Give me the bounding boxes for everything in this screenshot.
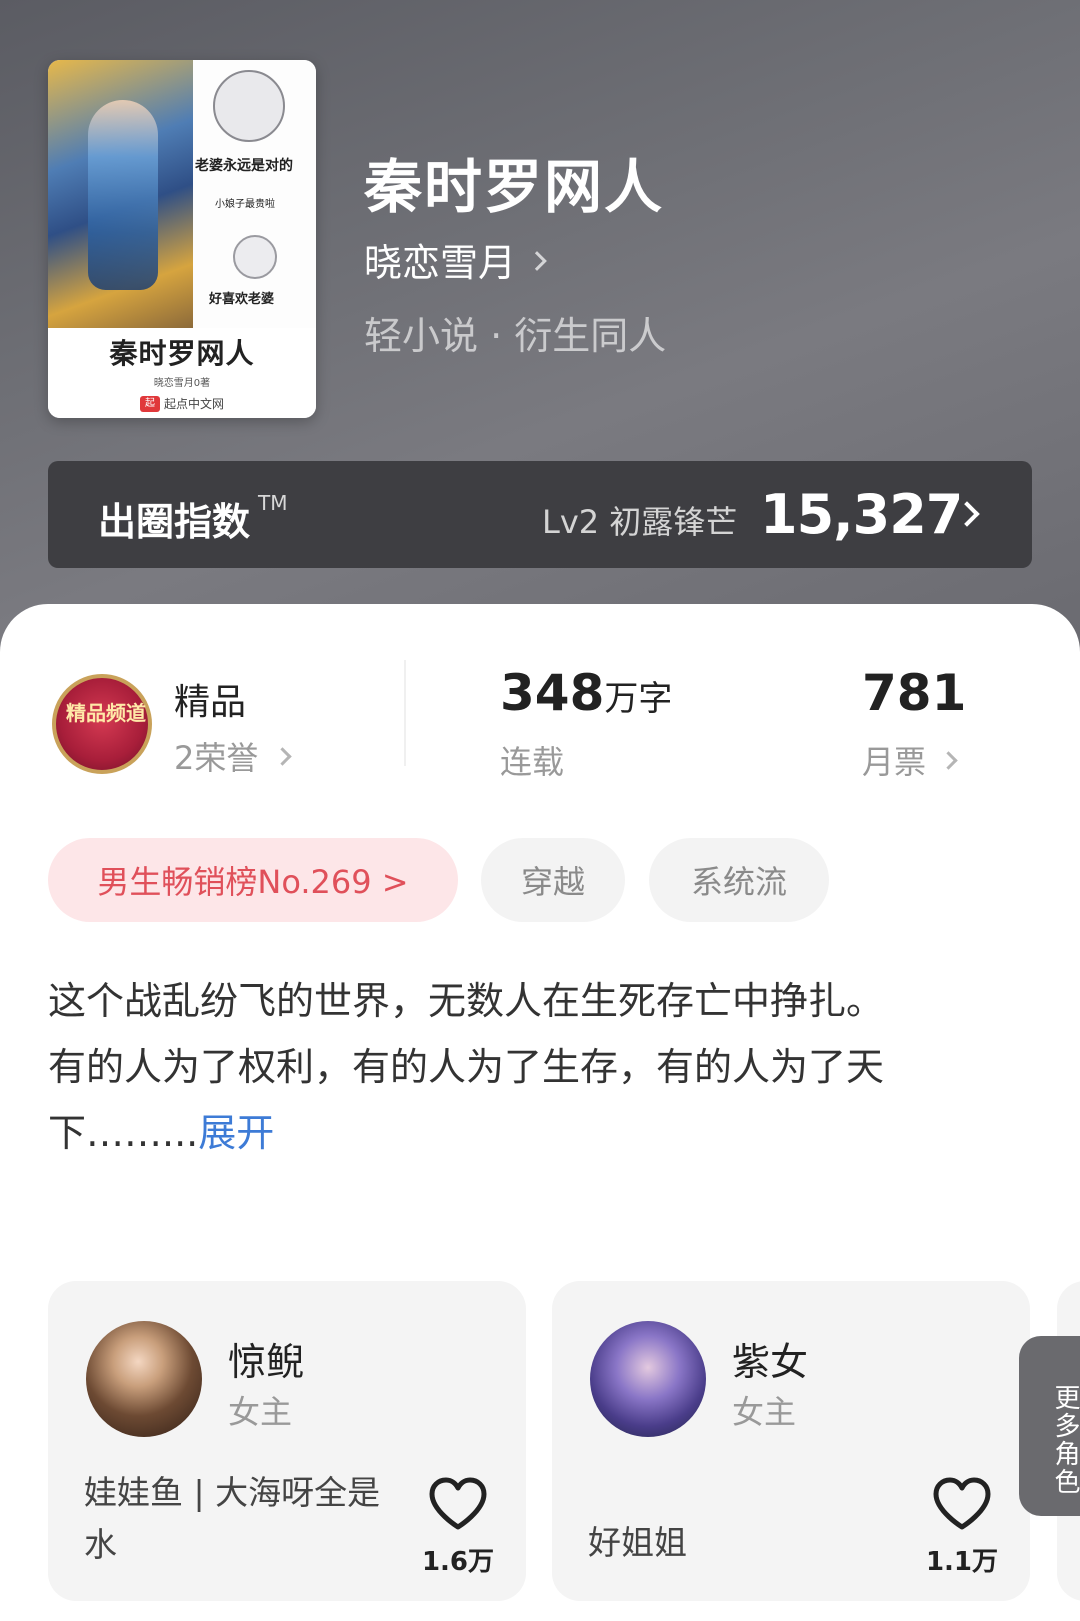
book-title: 秦时罗网人 [364,153,665,221]
influence-index-bar[interactable]: 出圈指数 TM Lv2 初露锋芒 15,327 [48,461,1032,568]
monthly-votes-link[interactable]: 月票 [862,737,958,783]
word-count-unit: 万字 [604,679,673,719]
cover-side-panel: 老婆永远是对的 小娘子最贵啦 好喜欢老婆 [193,60,316,328]
tag-system[interactable]: 系统流 [649,838,829,922]
cover-bottom: 秦时罗网人 晓恋雪月0著 起 起点中文网 [48,328,316,418]
cover-side-text-3: 好喜欢老婆 [209,292,275,307]
serial-status: 连载 [500,743,565,781]
role-name: 惊鲵 [228,1340,305,1384]
influence-level: Lv2 初露锋芒 [542,503,738,541]
publisher-logo-icon: 起 [139,395,160,412]
chevron-right-icon [527,250,547,271]
role-description: 娃娃鱼 | 大海呀全是水 [84,1473,381,1564]
description-line-1: 这个战乱纷飞的世界，无数人在生死存亡中挣扎。 [48,979,885,1023]
cover-figure [88,100,158,290]
cover-publisher: 起 起点中文网 [139,395,224,412]
cover-title: 秦时罗网人 [109,337,255,370]
heart-icon[interactable] [428,1477,488,1531]
honor-title: 精品 [174,682,247,723]
role-description: 好姐姐 [588,1523,687,1562]
description-line-2: 有的人为了权利，有的人为了生存，有的人为了天下……...展开 [48,1045,885,1155]
publisher-name: 起点中文网 [163,397,224,411]
like-count: 1.6万 [421,1547,495,1577]
hamster-illustration [213,70,285,142]
author-link[interactable]: 晓恋雪月 [364,232,547,287]
expand-link[interactable]: 展开 [198,1111,274,1155]
chevron-right-icon [273,746,293,766]
role-type: 女主 [228,1393,293,1431]
monthly-votes-label: 月票 [862,743,927,781]
bestseller-rank-tag[interactable]: 男生畅销榜No.269 > [48,838,458,922]
book-genre: 轻小说 · 衍生同人 [364,314,667,358]
avatar [86,1321,202,1437]
book-description[interactable]: 这个战乱纷飞的世界，无数人在生死存亡中挣扎。 有的人为了权利，有的人为了生存，有… [48,968,1028,1166]
hamster-illustration-small [233,235,277,279]
cover-side-text-2: 小娘子最贵啦 [215,199,275,210]
influence-index-label: 出圈指数 TM [98,491,288,544]
cover-author: 晓恋雪月0著 [153,378,211,389]
honor-link[interactable]: 2荣誉 [174,733,293,779]
honor-count: 2荣誉 [174,739,259,777]
book-cover[interactable]: 老婆永远是对的 小娘子最贵啦 好喜欢老婆 秦时罗网人 晓恋雪月0著 起 起点中文… [48,60,316,418]
monthly-votes-number: 781 [862,664,967,722]
influence-score: 15,327 [760,483,963,546]
role-type: 女主 [732,1393,797,1431]
like-count: 1.1万 [925,1547,999,1577]
role-card[interactable]: 紫女 女主 好姐姐 1.1万 [552,1281,1030,1601]
word-count: 348万字 [500,664,672,722]
stats-divider [404,660,406,766]
role-name: 紫女 [732,1340,809,1384]
role-card[interactable]: 惊鲵 女主 娃娃鱼 | 大海呀全是水 1.6万 [48,1281,526,1601]
avatar [590,1321,706,1437]
trademark-mark: TM [258,491,288,515]
honor-badge-icon[interactable]: 精品频道 [52,674,152,774]
tag-time-travel[interactable]: 穿越 [481,838,625,922]
more-roles-button[interactable]: 更多角色 [1019,1336,1080,1516]
cover-artwork [48,60,193,328]
chevron-right-icon [939,750,958,770]
cover-side-text-1: 老婆永远是对的 [195,158,293,174]
author-name: 晓恋雪月 [364,241,517,285]
badge-text: 精品频道 [66,701,146,725]
heart-icon[interactable] [932,1477,992,1531]
word-count-number: 348 [500,664,605,722]
